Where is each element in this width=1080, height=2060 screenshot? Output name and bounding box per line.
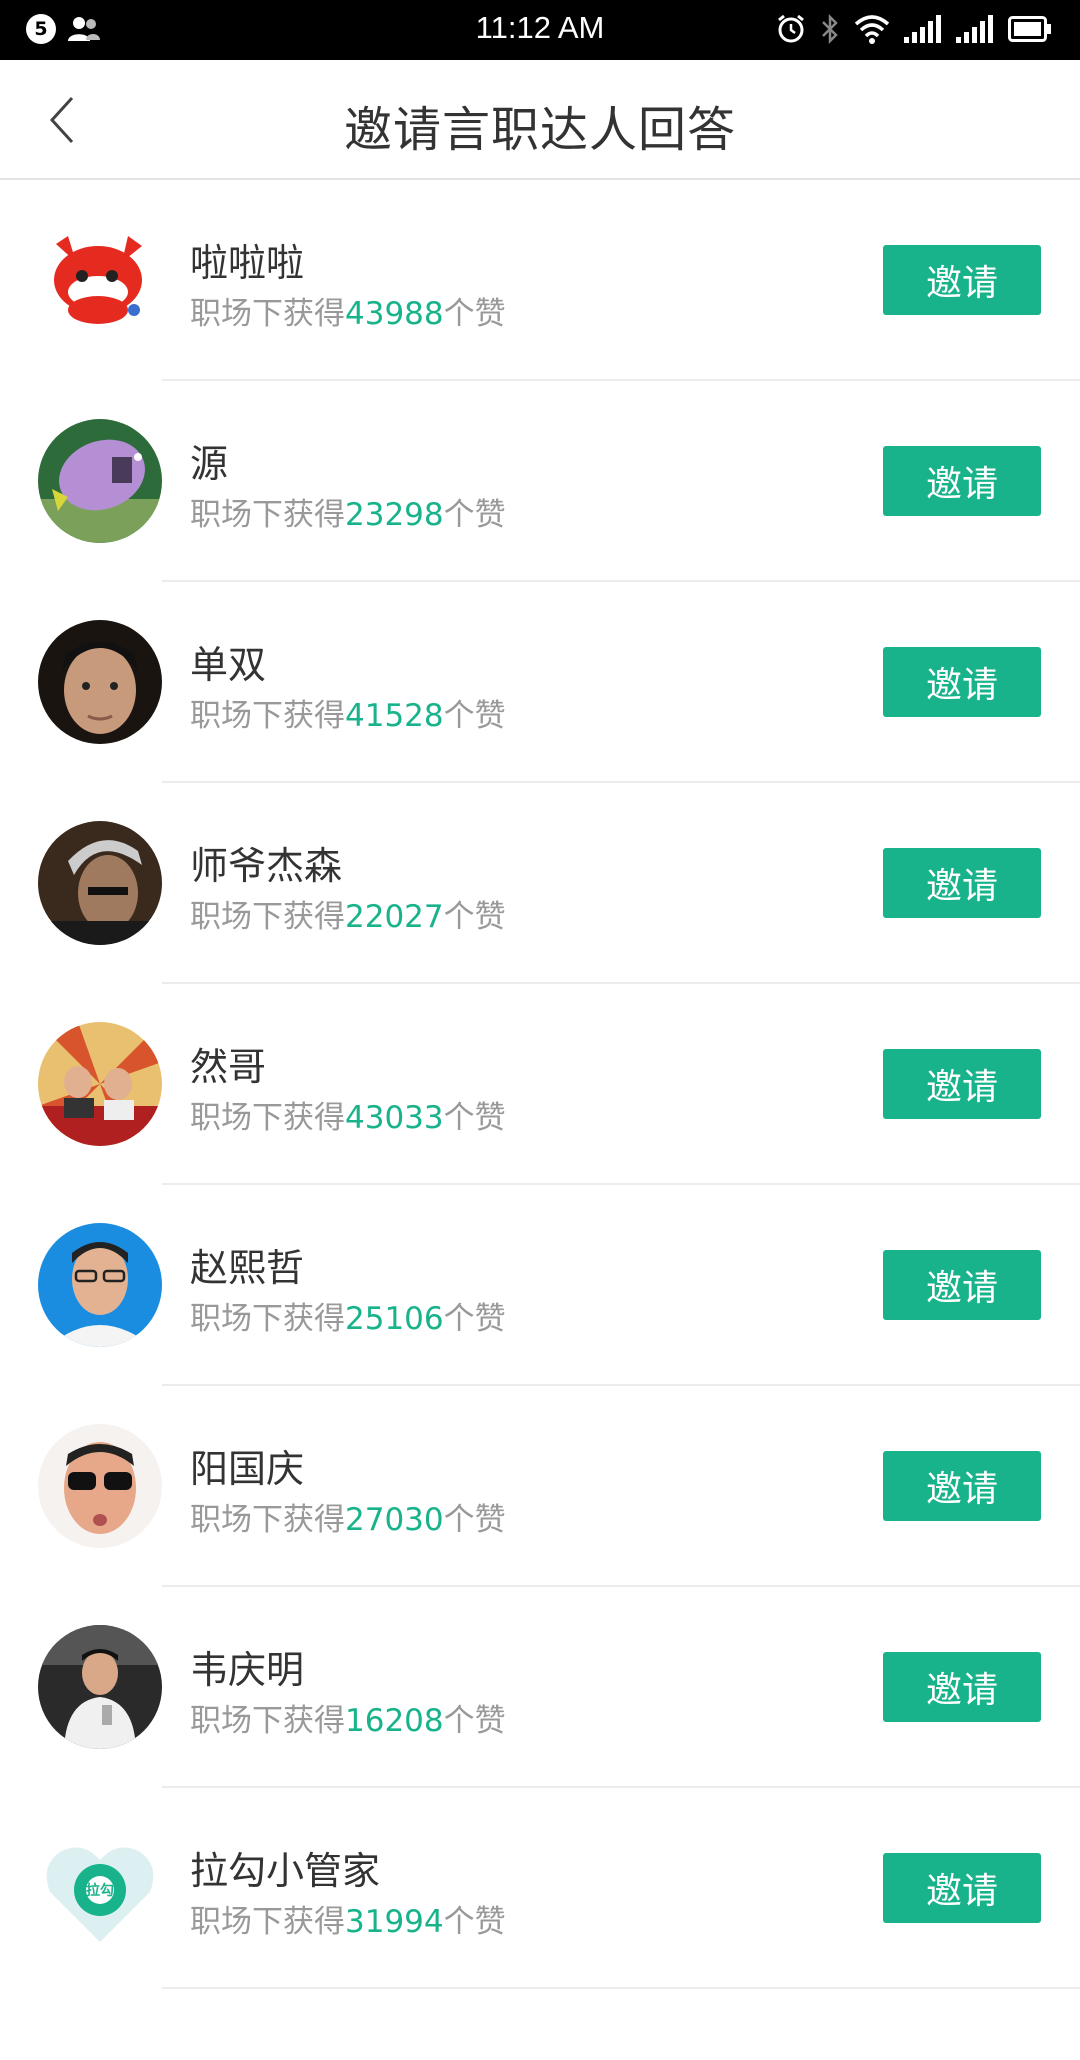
avatar[interactable] [38,1625,162,1749]
likes-count: 31994 [345,1904,444,1940]
list-item: 然哥 职场下获得43033个赞 邀请 [0,984,1080,1185]
wifi-icon [854,15,890,44]
avatar[interactable] [38,419,162,543]
user-name: 源 [190,442,229,486]
invite-button[interactable]: 邀请 [883,446,1041,516]
stat-prefix: 职场下获得 [190,1502,345,1538]
stat-prefix: 职场下获得 [190,1703,345,1739]
likes-count: 16208 [345,1703,444,1739]
stat-suffix: 个赞 [443,1703,506,1739]
stat-prefix: 职场下获得 [190,899,345,935]
avatar[interactable] [38,1022,162,1146]
list-item: 源 职场下获得23298个赞 邀请 [0,381,1080,582]
likes-stat: 职场下获得22027个赞 [190,891,506,936]
user-name: 赵熙哲 [190,1246,305,1290]
user-name: 单双 [190,643,267,687]
likes-count: 43033 [345,1100,444,1136]
list-item: 啦啦啦 职场下获得43988个赞 邀请 [0,180,1080,381]
invite-button[interactable]: 邀请 [883,1652,1041,1722]
invite-button[interactable]: 邀请 [883,1049,1041,1119]
expert-list: 啦啦啦 职场下获得43988个赞 邀请 源 职场下获得23298个赞 邀请 单双… [0,180,1080,1989]
user-name: 拉勾小管家 [190,1849,381,1893]
avatar[interactable] [38,1223,162,1347]
invite-button[interactable]: 邀请 [883,1853,1041,1923]
stat-prefix: 职场下获得 [190,296,345,332]
avatar[interactable] [38,620,162,744]
likes-stat: 职场下获得31994个赞 [190,1896,506,1941]
list-item: 师爷杰森 职场下获得22027个赞 邀请 [0,783,1080,984]
stat-suffix: 个赞 [443,1301,506,1337]
stat-suffix: 个赞 [443,497,506,533]
stat-prefix: 职场下获得 [190,497,345,533]
user-name: 然哥 [190,1045,267,1089]
user-name: 师爷杰森 [190,844,343,888]
stat-prefix: 职场下获得 [190,1100,345,1136]
page-title: 邀请言职达人回答 [343,102,736,158]
list-item: 赵熙哲 职场下获得25106个赞 邀请 [0,1185,1080,1386]
likes-stat: 职场下获得16208个赞 [190,1695,506,1740]
invite-button[interactable]: 邀请 [883,647,1041,717]
likes-count: 22027 [345,899,444,935]
likes-count: 43988 [345,296,444,332]
user-name: 韦庆明 [190,1648,305,1692]
user-name: 阳国庆 [190,1447,305,1491]
likes-stat: 职场下获得43033个赞 [190,1092,506,1137]
likes-stat: 职场下获得27030个赞 [190,1494,506,1539]
stat-prefix: 职场下获得 [190,698,345,734]
app-header: 邀请言职达人回答 [0,60,1080,180]
signal-sim2-icon [956,15,993,43]
likes-count: 41528 [345,698,444,734]
stat-prefix: 职场下获得 [190,1904,345,1940]
likes-stat: 职场下获得43988个赞 [190,288,506,333]
signal-icon [904,15,941,43]
list-item: 阳国庆 职场下获得27030个赞 邀请 [0,1386,1080,1587]
invite-button[interactable]: 邀请 [883,1250,1041,1320]
likes-stat: 职场下获得41528个赞 [190,690,506,735]
likes-stat: 职场下获得25106个赞 [190,1293,506,1338]
stat-suffix: 个赞 [443,1904,506,1940]
likes-stat: 职场下获得23298个赞 [190,489,506,534]
stat-suffix: 个赞 [443,296,506,332]
invite-button[interactable]: 邀请 [883,245,1041,315]
list-item: 韦庆明 职场下获得16208个赞 邀请 [0,1587,1080,1788]
avatar[interactable] [38,1424,162,1548]
stat-suffix: 个赞 [443,1100,506,1136]
stat-suffix: 个赞 [443,698,506,734]
bluetooth-icon [822,13,838,45]
user-name: 啦啦啦 [190,241,305,285]
list-item: 单双 职场下获得41528个赞 邀请 [0,582,1080,783]
alarm-icon [778,14,804,43]
stat-suffix: 个赞 [443,1502,506,1538]
likes-count: 27030 [345,1502,444,1538]
avatar[interactable] [38,218,162,342]
avatar[interactable]: 拉勾 [38,1826,162,1950]
battery-icon [1008,16,1051,42]
status-bar: 5 11:12 AM [0,0,1080,60]
lagou-logo-text: 拉勾 [86,1882,114,1899]
stat-prefix: 职场下获得 [190,1301,345,1337]
likes-count: 23298 [345,497,444,533]
avatar[interactable] [38,821,162,945]
likes-count: 25106 [345,1301,444,1337]
invite-button[interactable]: 邀请 [883,848,1041,918]
stat-suffix: 个赞 [443,899,506,935]
invite-button[interactable]: 邀请 [883,1451,1041,1521]
list-item: 拉勾 拉勾小管家 职场下获得31994个赞 邀请 [0,1788,1080,1989]
